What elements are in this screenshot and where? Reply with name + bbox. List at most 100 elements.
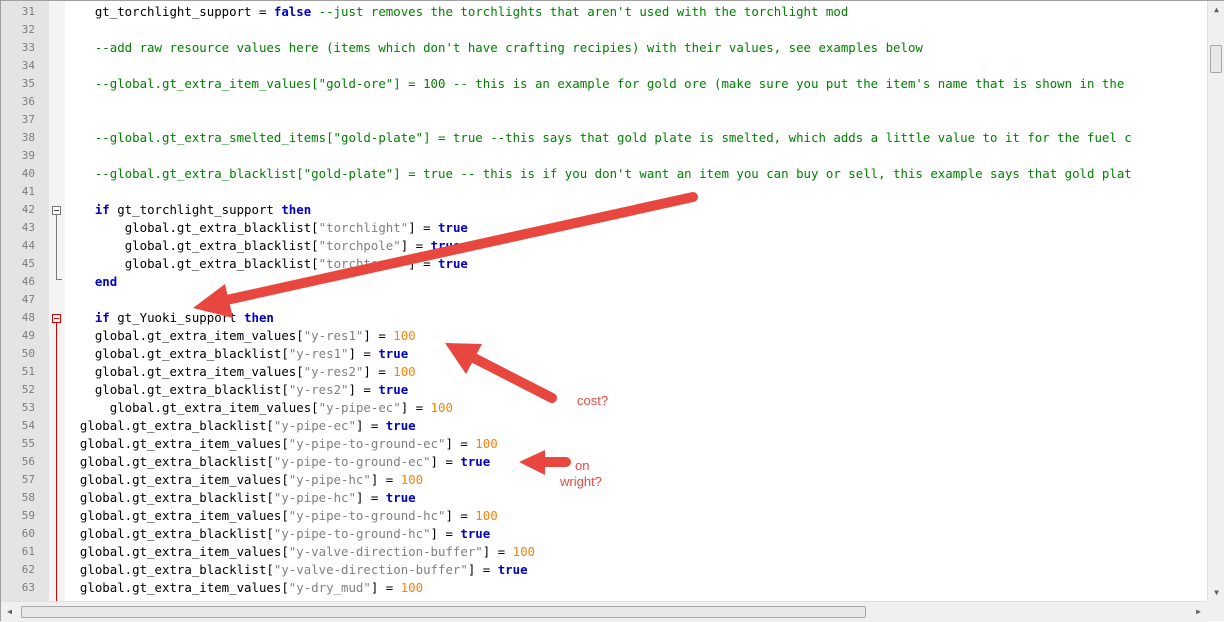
fold-margin[interactable] (49, 1, 65, 601)
code-line[interactable]: global.gt_extra_blacklist["y-pipe-ec"] =… (65, 417, 416, 435)
code-token: global.gt_extra_item_values[ (94, 364, 304, 379)
code-keyword: true (430, 238, 461, 253)
code-token: global.gt_extra_item_values[ (109, 400, 319, 415)
code-token: gt_Yuoki_support (109, 310, 245, 325)
horizontal-scrollbar[interactable]: ◀ ▶ (1, 601, 1207, 622)
code-keyword: true (438, 220, 468, 235)
code-token: ] = (400, 238, 431, 253)
fold-collapse-icon[interactable] (52, 314, 61, 323)
code-line[interactable]: end (65, 273, 117, 291)
fold-range-line (56, 215, 57, 279)
code-string: "y-pipe-hc" (288, 472, 371, 487)
code-comment: --global.gt_extra_item_values["gold-ore"… (94, 76, 1125, 91)
code-token: global.gt_extra_item_values[ (79, 472, 289, 487)
line-number: 43 (21, 221, 35, 234)
code-token: ] = (370, 580, 401, 595)
scroll-up-arrow-icon[interactable]: ▲ (1208, 1, 1224, 18)
line-number: 42 (21, 203, 35, 216)
scroll-left-arrow-icon[interactable]: ◀ (1, 602, 18, 622)
code-line[interactable]: global.gt_extra_blacklist["torchlight"] … (65, 219, 468, 237)
code-line[interactable]: global.gt_extra_item_values["y-pipe-to-g… (65, 507, 498, 525)
code-line[interactable]: global.gt_extra_item_values["y-valve-dir… (65, 543, 535, 561)
code-string: "torchtower" (318, 256, 409, 271)
horizontal-scroll-thumb[interactable] (21, 606, 866, 618)
code-line[interactable]: gt_torchlight_support = false --just rem… (65, 3, 848, 21)
line-number: 41 (21, 185, 35, 198)
vertical-scroll-thumb[interactable] (1210, 45, 1222, 73)
line-number: 54 (21, 419, 35, 432)
code-token: ] = (355, 490, 386, 505)
code-token: global.gt_extra_item_values[ (79, 436, 289, 451)
code-token: global.gt_extra_blacklist[ (79, 418, 274, 433)
code-token: ] = (363, 328, 394, 343)
code-line[interactable]: global.gt_extra_item_values["y-pipe-to-g… (65, 435, 498, 453)
code-token: global.gt_extra_blacklist[ (79, 562, 274, 577)
code-line[interactable]: global.gt_extra_blacklist["y-pipe-to-gro… (65, 453, 490, 471)
code-token: global.gt_extra_blacklist[ (94, 382, 289, 397)
scroll-right-arrow-icon[interactable]: ▶ (1190, 602, 1207, 622)
code-line[interactable]: --global.gt_extra_smelted_items["gold-pl… (65, 129, 1132, 147)
code-token: ] = (467, 562, 498, 577)
code-line[interactable]: global.gt_extra_blacklist["torchtower"] … (65, 255, 468, 273)
code-line[interactable]: global.gt_extra_blacklist["y-pipe-hc"] =… (65, 489, 416, 507)
code-line[interactable]: --global.gt_extra_item_values["gold-ore"… (65, 75, 1124, 93)
code-token: ] = (430, 454, 461, 469)
code-comment: --add raw resource values here (items wh… (94, 40, 923, 55)
code-token: global.gt_extra_item_values[ (94, 328, 304, 343)
line-number: 58 (21, 491, 35, 504)
code-line[interactable]: global.gt_extra_item_values["y-res1"] = … (65, 327, 416, 345)
cost-annotation: cost? (577, 393, 609, 408)
code-string: "y-res1" (288, 346, 349, 361)
code-string: "y-valve-direction-buffer" (273, 562, 468, 577)
code-token: ] = (408, 220, 439, 235)
code-token: gt_torchlight_support (109, 202, 282, 217)
line-number: 39 (21, 149, 35, 162)
code-line[interactable]: --global.gt_extra_blacklist["gold-plate"… (65, 165, 1132, 183)
code-string: "torchpole" (318, 238, 401, 253)
line-number: 48 (21, 311, 35, 324)
line-number: 35 (21, 77, 35, 90)
code-token: ] = (355, 418, 386, 433)
code-token: ] = (482, 544, 513, 559)
code-line[interactable]: global.gt_extra_blacklist["y-pipe-to-gro… (65, 525, 490, 543)
code-line[interactable]: global.gt_extra_item_values["y-pipe-ec"]… (65, 399, 453, 417)
code-number: 100 (475, 436, 498, 451)
code-line[interactable]: global.gt_extra_blacklist["y-res1"] = tr… (65, 345, 408, 363)
code-number: 100 (400, 472, 424, 487)
fold-collapse-icon[interactable] (52, 206, 61, 215)
code-keyword: true (385, 490, 416, 505)
code-line[interactable]: global.gt_extra_item_values["y-pipe-hc"]… (65, 471, 423, 489)
code-line[interactable]: global.gt_extra_blacklist["torchpole"] =… (65, 237, 461, 255)
code-number: 100 (512, 544, 535, 559)
vertical-scrollbar[interactable]: ▲ ▼ (1207, 1, 1224, 601)
code-keyword: if (94, 202, 110, 217)
code-editor[interactable]: 31 32 33 34 35 36 37 38 39 40 41 42 43 44 45 46 47 48 49 50… (0, 0, 1224, 622)
code-line[interactable]: if gt_Yuoki_support then (65, 309, 274, 327)
code-line[interactable]: global.gt_extra_item_values["y-res2"] = … (65, 363, 416, 381)
code-keyword: true (460, 526, 491, 541)
code-line[interactable]: if gt_torchlight_support then (65, 201, 311, 219)
code-token: ] = (400, 400, 431, 415)
code-token: ] = (363, 364, 394, 379)
scroll-down-arrow-icon[interactable]: ▼ (1208, 584, 1224, 601)
fold-range-line (56, 323, 57, 601)
fold-end-marker (56, 279, 62, 280)
code-token: ] = (348, 346, 379, 361)
code-line[interactable]: global.gt_extra_blacklist["y-res2"] = tr… (65, 381, 408, 399)
code-area[interactable]: gt_torchlight_support = false --just rem… (65, 1, 1207, 601)
code-number: 100 (393, 328, 416, 343)
code-line[interactable]: global.gt_extra_item_values["y-dry_mud"]… (65, 579, 423, 597)
code-keyword: true (438, 256, 468, 271)
code-line[interactable]: global.gt_extra_blacklist["y-valve-direc… (65, 561, 528, 579)
code-token: global.gt_extra_blacklist[ (124, 220, 319, 235)
code-line[interactable]: --add raw resource values here (items wh… (65, 39, 923, 57)
